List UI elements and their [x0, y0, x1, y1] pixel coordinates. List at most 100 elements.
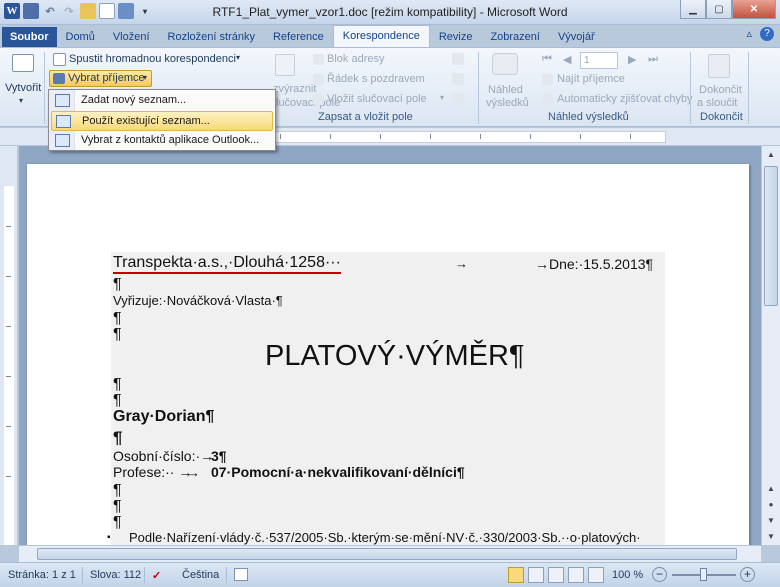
zoom-slider-thumb[interactable] [700, 568, 707, 581]
next-page-icon[interactable]: ▼ [764, 514, 778, 528]
tab-korespondence[interactable]: Korespondence [332, 25, 430, 47]
status-separator [82, 567, 83, 583]
vytvorit-dropdown-icon[interactable]: ▾ [19, 96, 23, 105]
new-list-icon [55, 94, 70, 107]
vertical-scrollbar[interactable]: ▲ ▲ ● ▼ ▼ [761, 146, 780, 545]
help-icon[interactable]: ? [760, 27, 774, 41]
vybrat-prijemce-menu: Zadat nový seznam... Použít existující s… [48, 89, 276, 151]
minimize-button[interactable]: ▁ [680, 0, 706, 19]
profese-value: 07·Pomocní·a·nekvalifikovaní·dělníci¶ [211, 464, 465, 480]
osobni-cislo-label: Osobní·číslo:·→ [113, 448, 215, 464]
auto-check-errors-button[interactable]: Automaticky zjišťovat chyby [557, 93, 693, 105]
ruler-tick [6, 276, 11, 277]
rules-icon[interactable] [452, 53, 464, 65]
zoom-level[interactable]: 100 % [612, 569, 643, 581]
first-record-icon[interactable]: ⏮ [542, 53, 552, 66]
osobni-cislo-value: 3¶ [211, 448, 227, 464]
view-draft-icon[interactable] [588, 567, 604, 583]
employee-name: Gray·Dorian¶ [113, 408, 215, 425]
update-labels-icon[interactable] [452, 93, 464, 105]
spustit-dropdown-icon[interactable]: ▾ [236, 53, 240, 62]
greeting-line-icon [313, 74, 324, 85]
highlight-fields-icon [275, 54, 295, 76]
last-record-icon[interactable]: ⏭ [648, 53, 658, 66]
browse-object-icon[interactable]: ● [764, 498, 778, 512]
empty-paragraph-bold: ¶ [113, 428, 123, 447]
vlozit-pole-dropdown-icon: ▾ [440, 93, 445, 102]
zoom-out-icon[interactable]: − [652, 567, 667, 582]
insert-merge-field-icon [313, 94, 324, 105]
empty-paragraph: ¶ [113, 326, 122, 343]
envelope-icon[interactable] [12, 54, 34, 72]
zoom-in-icon[interactable]: + [740, 567, 755, 582]
previous-page-icon[interactable]: ▲ [764, 482, 778, 496]
vybrat-dropdown-icon: ▾ [143, 73, 148, 82]
document-area[interactable]: Transpekta·a.s.,·Dlouhá·1258··· → →Dne:·… [19, 146, 761, 545]
view-outline-icon[interactable] [568, 567, 584, 583]
vertical-scroll-thumb[interactable] [764, 166, 778, 306]
nahled-vysledku-button[interactable]: Náhled [488, 84, 523, 96]
ruler-tick [280, 134, 281, 139]
group-separator [690, 52, 691, 124]
document-page[interactable]: Transpekta·a.s.,·Dlouhá·1258··· → →Dne:·… [27, 164, 749, 545]
minimize-ribbon-icon[interactable]: ▵ [746, 27, 752, 41]
ruler-tick [6, 426, 11, 427]
vlozit-slucovaci-pole-button[interactable]: Vložit slučovací pole [327, 93, 427, 105]
menu-item-label: Vybrat z kontaktů aplikace Outlook... [81, 134, 260, 146]
horizontal-scroll-thumb[interactable] [37, 548, 737, 560]
maximize-button[interactable]: ▢ [706, 0, 732, 19]
close-button[interactable]: ✕ [732, 0, 776, 19]
previous-record-icon[interactable]: ◀ [563, 53, 571, 66]
preview-results-icon [492, 53, 518, 75]
horizontal-scrollbar[interactable] [19, 545, 761, 562]
blok-adresy-button[interactable]: Blok adresy [327, 53, 384, 65]
tab-rozlozeni-stranky[interactable]: Rozložení stránky [159, 27, 264, 47]
word-count[interactable]: Slova: 112 [90, 569, 141, 581]
ruler-tick [6, 226, 11, 227]
view-full-screen-icon[interactable] [528, 567, 544, 583]
nahled-vysledku-label: výsledků [486, 97, 529, 109]
ruler-tick [430, 134, 431, 139]
radek-s-pozdravem-button[interactable]: Řádek s pozdravem [327, 73, 425, 85]
ruler-tick [530, 134, 531, 139]
status-bar: Stránka: 1 z 1 Slova: 112 ✓ Čeština 100 … [0, 562, 780, 587]
view-web-layout-icon[interactable] [548, 567, 564, 583]
menu-item-zadat-novy-seznam[interactable]: Zadat nový seznam... [51, 91, 273, 111]
menu-item-pouzit-existujici-seznam[interactable]: Použít existující seznam... [51, 111, 273, 131]
scroll-up-icon[interactable]: ▲ [764, 148, 778, 162]
vyrizuje-line: Vyřizuje:·Nováčková·Vlasta·¶ [113, 293, 283, 308]
spustit-hromadnou-korespondenci-button[interactable]: Spustit hromadnou korespondenci [69, 53, 236, 65]
tab-domu[interactable]: Domů [57, 27, 104, 47]
proofing-icon[interactable]: ✓ [152, 569, 161, 582]
outlook-contacts-icon [55, 134, 70, 147]
tab-vlozeni[interactable]: Vložení [104, 27, 159, 47]
empty-paragraph: ¶ [113, 276, 122, 293]
page-count[interactable]: Stránka: 1 z 1 [8, 569, 76, 581]
record-number-input[interactable]: 1 [580, 52, 618, 69]
tab-revize[interactable]: Revize [430, 27, 482, 47]
header-company-address: Transpekta·a.s.,·Dlouhá·1258··· [113, 254, 341, 274]
tab-vyvojar[interactable]: Vývojář [549, 27, 604, 47]
macro-recording-icon[interactable] [234, 568, 248, 581]
find-recipient-icon [542, 74, 553, 85]
menu-item-vybrat-z-outlooku[interactable]: Vybrat z kontaktů aplikace Outlook... [51, 131, 273, 151]
empty-paragraph: ¶ [113, 514, 122, 531]
bullet-paragraph-text: Podle·Nařízení·vlády·č.·537/2005·Sb.·kte… [129, 530, 641, 545]
dokoncit-a-sloucit-button[interactable]: Dokončit [699, 84, 742, 96]
next-record-icon[interactable]: ▶ [628, 53, 636, 66]
match-fields-icon[interactable] [452, 73, 464, 85]
tab-soubor[interactable]: Soubor [2, 27, 57, 47]
group-label-zapsat: Zapsat a vložit pole [318, 111, 413, 123]
scroll-down-icon[interactable]: ▼ [764, 530, 778, 544]
window-controls: ▁ ▢ ✕ [680, 0, 776, 19]
tab-reference[interactable]: Reference [264, 27, 333, 47]
najit-prijemce-button[interactable]: Najít příjemce [557, 73, 625, 85]
vertical-ruler[interactable] [0, 146, 18, 545]
vytvorit-button[interactable]: Vytvořit [5, 82, 41, 94]
view-print-layout-icon[interactable] [508, 567, 524, 583]
tab-zobrazeni[interactable]: Zobrazení [481, 27, 549, 47]
status-separator [226, 567, 227, 583]
zvyraznit-slucovaci-pole-button[interactable]: zvýraznit [273, 83, 316, 95]
profese-label: Profese:·· → [113, 464, 193, 480]
language-indicator[interactable]: Čeština [182, 569, 219, 581]
